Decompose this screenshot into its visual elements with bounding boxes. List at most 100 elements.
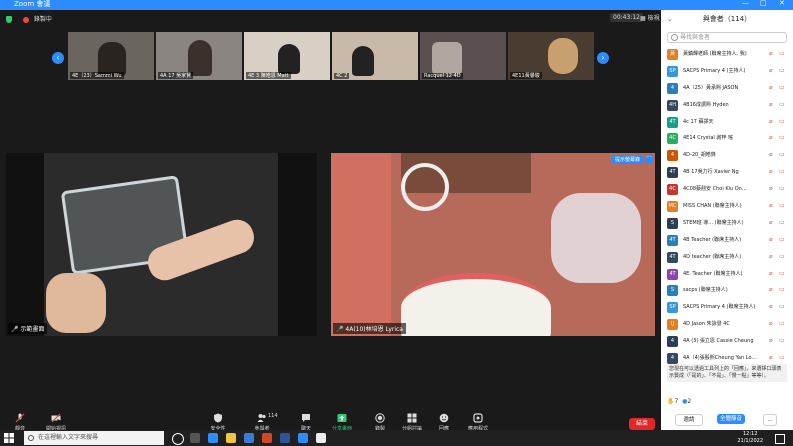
invite-button[interactable]: 邀請 <box>675 414 703 426</box>
thumbnail-video[interactable]: 4E（23）Sammi Wu <box>68 32 154 80</box>
thumbnail-video[interactable]: 4C 2 <box>332 32 418 80</box>
muted-mic-icon[interactable]: ⌀ <box>769 169 773 175</box>
participant-row[interactable]: SP SACPS Primary 4 (主持人) ⌀ ▭ <box>661 63 793 80</box>
participant-search-input[interactable]: 尋找與會者 <box>667 32 787 43</box>
muted-mic-icon[interactable]: ⌀ <box>769 270 773 277</box>
video-off-icon: ▭ <box>779 66 785 74</box>
recording-tag: 提示螢幕錄 <box>611 155 643 164</box>
avatar: SP <box>667 302 678 314</box>
search-icon <box>671 34 678 41</box>
system-clock[interactable]: 12:12 21/1/2022 <box>737 431 763 445</box>
participant-row[interactable]: 4T 4B Teacher (聯席主持人) ⌀ ▭ <box>661 232 793 249</box>
meeting-area: 錄製中 00:43:12 ▦ 檢視 ‹ › 4E（23）Sammi Wu 4A … <box>0 10 661 440</box>
record-dot-icon <box>22 16 29 23</box>
tile-more-button[interactable]: ··· <box>645 155 653 163</box>
chat-icon <box>302 414 310 422</box>
muted-mic-icon[interactable]: ⌀ <box>769 321 773 327</box>
participant-row[interactable]: 4T 4E. Teacher (聯席主持人) ⌀ ▭ <box>661 266 793 283</box>
notification-icon[interactable] <box>775 434 785 444</box>
task-view-icon[interactable] <box>190 433 200 443</box>
mute-all-button[interactable]: 全體靜音 <box>717 414 745 424</box>
chevron-down-icon[interactable]: ⌄ <box>667 10 673 28</box>
view-button[interactable]: ▦ 檢視 <box>640 13 660 22</box>
muted-mic-icon[interactable]: ⌀ <box>769 203 773 209</box>
avatar: 4T <box>667 234 678 246</box>
muted-mic-icon[interactable]: ⌀ <box>769 84 773 91</box>
muted-mic-icon[interactable]: ⌀ <box>769 152 773 158</box>
participant-row[interactable]: MC MISS CHAN (聯席主持人) ⌀ ▭ <box>661 198 793 215</box>
participant-row[interactable]: 4T 4B 17吳力行 Xavier Ng ⌀ ▭ <box>661 164 793 181</box>
muted-mic-icon[interactable]: ⌀ <box>769 338 773 344</box>
store-icon[interactable] <box>244 433 254 443</box>
avatar: 4C <box>667 184 678 196</box>
participant-row[interactable]: 4C 4E14 Crystal 謝梓 瑤 ⌀ ▭ <box>661 130 793 147</box>
avatar: 4 <box>667 336 678 348</box>
cortana-icon[interactable] <box>172 433 184 445</box>
video-off-icon: ▭ <box>779 303 785 311</box>
thumbnail-strip: 4E（23）Sammi Wu 4A 17 吳家賢 4E 3 陳皓恩 Matt 4… <box>68 32 594 80</box>
chrome-icon[interactable] <box>316 433 326 443</box>
record-icon <box>375 413 385 423</box>
muted-mic-icon[interactable]: ⌀ <box>769 253 773 260</box>
video-off-icon: ▭ <box>779 235 785 243</box>
participant-row[interactable]: SP SACPS Primary 4 (聯席主持人) ⌀ ▭ <box>661 299 793 316</box>
next-page-button[interactable]: › <box>597 52 609 64</box>
prev-page-button[interactable]: ‹ <box>52 52 64 64</box>
thumbnail-video[interactable]: 4A 17 吳家賢 <box>156 32 242 80</box>
minimize-button[interactable]: — <box>742 0 749 7</box>
video-off-icon: ▭ <box>779 83 785 91</box>
thumbnail-name: Racquel 12 4D <box>422 73 463 79</box>
taskbar-search-input[interactable]: 在這裡輸入文字來搜尋 <box>24 431 164 445</box>
muted-mic-icon[interactable]: ⌀ <box>769 287 773 293</box>
file-explorer-icon[interactable] <box>226 433 236 443</box>
word-icon[interactable] <box>280 433 290 443</box>
participant-row[interactable]: 4H 4B16成譔熙 Hyden ⌀ ▭ <box>661 97 793 114</box>
muted-mic-icon[interactable]: ⌀ <box>769 67 773 74</box>
clock-date: 21/1/2022 <box>737 438 763 444</box>
muted-mic-icon[interactable]: ⌀ <box>769 51 773 57</box>
zoom-app-icon[interactable] <box>298 433 308 443</box>
powerpoint-icon[interactable] <box>262 433 272 443</box>
end-meeting-button[interactable]: 結束 <box>629 418 655 430</box>
muted-mic-icon[interactable]: ⌀ <box>769 236 773 243</box>
participant-row[interactable]: 4 4A（25）黃承熙 JASON ⌀ ▭ <box>661 80 793 97</box>
muted-mic-icon[interactable]: ⌀ <box>769 304 773 310</box>
avatar: 4T <box>667 116 678 128</box>
video-off-icon: ▭ <box>779 218 785 226</box>
participant-row[interactable]: 4C 4C08蔡翹安 Choi Kiu On... ⌀ ▭ <box>661 181 793 198</box>
participant-row[interactable]: 4 4A (3) 張立恩 Cassie Cheung ⌀ ▭ <box>661 333 793 350</box>
thumbnail-name: 4E11黃譽駿 <box>510 72 542 79</box>
participant-row[interactable]: 4T 4D teacher (聯席主持人) ⌀ ▭ <box>661 249 793 266</box>
muted-mic-icon[interactable]: ⌀ <box>769 135 773 141</box>
participant-name: MISS CHAN (聯席主持人) <box>683 203 742 210</box>
avatar: 4C <box>667 133 678 145</box>
participant-row[interactable]: 4T 4c 17 蘇譯天 ⌀ ▭ <box>661 114 793 131</box>
participant-row[interactable]: Ssacps (聯席主持人) ⌀ ▭ <box>661 282 793 299</box>
video-off-icon: ▭ <box>779 168 785 176</box>
thumbnail-video[interactable]: 4E 3 陳皓恩 Matt <box>244 32 330 80</box>
thumbnail-video[interactable]: 4E11黃譽駿 <box>508 32 594 80</box>
windows-start-icon[interactable] <box>4 433 14 443</box>
participant-row[interactable]: 黃黃鎮輝老師 (聯席主持人, 我) ⌀ ▭ <box>661 46 793 63</box>
muted-mic-icon[interactable]: ⌀ <box>769 186 773 192</box>
video-off-icon: ▭ <box>779 320 785 328</box>
video-tile-right[interactable]: 提示螢幕錄 ··· 🎤 4A(10)林培恩 Lyrica <box>331 153 655 336</box>
video-tile-left[interactable]: 🎤 示範畫面 <box>6 153 317 336</box>
meeting-status: 錄製中 <box>6 14 52 23</box>
edge-icon[interactable] <box>208 433 218 443</box>
muted-mic-icon[interactable]: ⌀ <box>769 101 773 108</box>
close-button[interactable]: ✕ <box>779 0 785 7</box>
participant-row[interactable]: 4 4D-20_胡皓鋒 ⌀ ▭ <box>661 147 793 164</box>
meeting-timer: 00:43:12 <box>610 13 643 22</box>
shield-icon[interactable] <box>6 16 12 23</box>
reaction-summary: ✋7 ●2 <box>667 398 691 405</box>
muted-mic-icon[interactable]: ⌀ <box>769 118 773 125</box>
muted-mic-icon[interactable]: ⌀ <box>769 219 773 226</box>
maximize-button[interactable]: □ <box>760 0 767 7</box>
reactions-tip: 您現在可以透過工具列上的「回應」，來選擇口頭表示贊成（「是的」、「不是」、「慢一… <box>667 364 787 382</box>
participant-row[interactable]: IJ 4D Jason 朱詠發 4C ⌀ ▭ <box>661 316 793 333</box>
muted-mic-icon[interactable]: ⌀ <box>769 355 773 361</box>
participant-row[interactable]: S STEM班 導... (聯席主持人) ⌀ ▭ <box>661 215 793 232</box>
more-options-button[interactable]: ... <box>763 414 777 426</box>
thumbnail-video[interactable]: Racquel 12 4D <box>420 32 506 80</box>
